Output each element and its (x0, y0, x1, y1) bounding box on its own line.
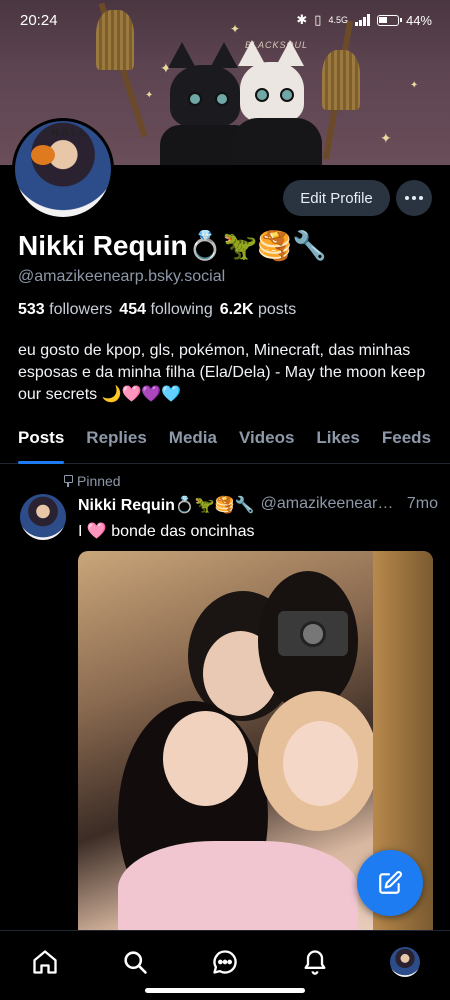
profile-avatar-icon (390, 947, 420, 977)
nav-profile[interactable] (388, 945, 422, 979)
tab-media[interactable]: Media (158, 426, 228, 464)
status-bar: 20:24 ✱ ▯ 4.5G 44% (0, 0, 450, 40)
post-author-avatar[interactable] (20, 494, 66, 540)
followers-label: followers (49, 301, 113, 318)
nav-chat[interactable] (208, 945, 242, 979)
home-icon (33, 950, 57, 974)
tab-replies[interactable]: Replies (75, 426, 157, 464)
post-header: Nikki Requin💍🦖🥞🔧 @amazikeenearp.bsky.soc… (78, 495, 438, 515)
posts-count: 6.2K (219, 301, 254, 318)
display-name: Nikki Requin💍🦖🥞🔧 (18, 230, 328, 261)
pinned-label: Pinned (77, 473, 121, 489)
signal-icon (354, 14, 370, 26)
more-options-button[interactable] (396, 180, 432, 216)
battery-percent: 44% (405, 12, 432, 28)
avatar-text: HALL (51, 127, 89, 139)
search-icon (124, 951, 147, 974)
post-time[interactable]: 7mo (407, 495, 438, 515)
pin-icon (62, 475, 73, 487)
tab-likes[interactable]: Likes (305, 426, 370, 464)
followers-count: 533 (18, 301, 45, 318)
nav-search[interactable] (118, 945, 152, 979)
profile-tabs: Posts Replies Media Videos Likes Feeds (0, 426, 450, 464)
post-author-name[interactable]: Nikki Requin💍🦖🥞🔧 (78, 495, 255, 515)
pinned-indicator: Pinned (62, 473, 121, 489)
status-icons: ✱ ▯ 4.5G 44% (296, 12, 432, 28)
dot-icon (405, 196, 409, 200)
post-author-handle[interactable]: @amazikeenearp.bsky.social (261, 495, 401, 515)
profile-stats: 533 followers 454 following 6.2K posts (18, 301, 296, 319)
profile-bio: eu gosto de kpop, gls, pokémon, Minecraf… (18, 342, 426, 403)
following-count: 454 (119, 301, 146, 318)
posts-stat: 6.2K posts (220, 301, 297, 319)
followers-link[interactable]: 533 followers (18, 301, 112, 319)
posts-label: posts (257, 301, 297, 318)
pumpkin-icon (31, 145, 55, 165)
profile-avatar[interactable]: HALL (12, 118, 114, 220)
bluetooth-icon: ✱ (296, 12, 308, 27)
tab-feeds[interactable]: Feeds (371, 426, 442, 464)
network-label: 4.5G (328, 15, 348, 25)
chat-icon (213, 950, 237, 974)
bell-icon (304, 950, 326, 975)
compose-post-button[interactable] (357, 850, 423, 916)
status-time: 20:24 (20, 11, 58, 29)
home-indicator[interactable] (145, 988, 305, 993)
nav-notifications[interactable] (298, 945, 332, 979)
compose-icon (379, 871, 402, 894)
following-label: following (150, 301, 213, 318)
post-text: I 🩷 bonde das oncinhas (78, 523, 255, 540)
battery-icon (376, 14, 402, 26)
vibrate-icon: ▯ (314, 12, 322, 27)
nav-home[interactable] (28, 945, 62, 979)
dot-icon (419, 196, 423, 200)
tab-posts[interactable]: Posts (0, 426, 75, 464)
edit-profile-button[interactable]: Edit Profile (283, 180, 390, 216)
tab-videos[interactable]: Videos (228, 426, 305, 464)
profile-handle: @amazikeenearp.bsky.social (18, 268, 226, 285)
dot-icon (412, 196, 416, 200)
following-link[interactable]: 454 following (119, 301, 212, 319)
